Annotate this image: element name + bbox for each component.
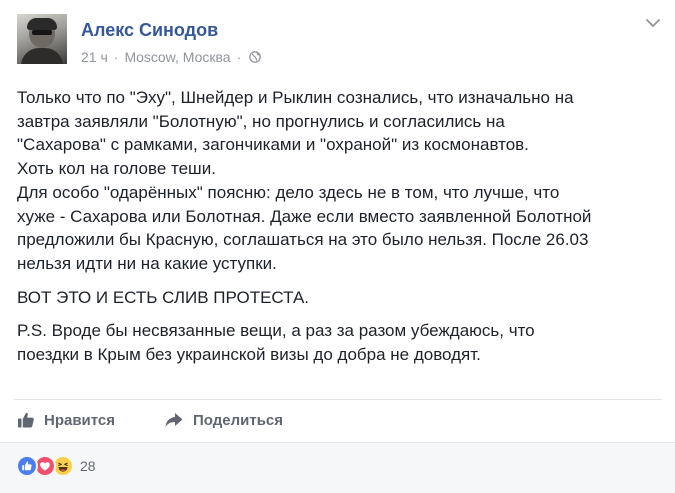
post-text-line: хуже - Сахарова или Болотная. Даже если …: [17, 206, 592, 226]
actions-divider: [14, 399, 662, 400]
like-button-label: Нравится: [44, 411, 116, 429]
post-meta: 21 ч · Moscow, Москва ·: [81, 49, 262, 65]
globe-icon[interactable]: [249, 51, 262, 63]
post-text-line: Только что по "Эху", Шнейдер и Рыклин со…: [17, 88, 574, 107]
post-paragraph: P.S. Вроде бы несвязанные вещи, а раз за…: [17, 319, 667, 366]
like-button[interactable]: Нравится: [17, 408, 115, 432]
post-text-line: нельзя идти ни на какие уступки.: [17, 253, 277, 273]
facebook-post: Алекс Синодов 21 ч · Moscow, Москва · То…: [0, 0, 675, 493]
post-text-line: предложили бы Красную, соглашаться на эт…: [17, 230, 589, 250]
post-paragraph: ВОТ ЭТО И ЕСТЬ СЛИВ ПРОТЕСТА.: [17, 286, 667, 310]
thumbs-up-icon: [18, 412, 34, 428]
post-text-line: завтра заявляли "Болотную", но прогнулис…: [17, 111, 505, 131]
avatar-figure-cap: [27, 18, 57, 30]
avatar-figure-sunglasses: [32, 30, 52, 35]
reactions-footer: [0, 442, 675, 493]
share-button-label: Поделиться: [193, 411, 284, 429]
post-text-line: "Сахарова" с рамками, загончиками и "охр…: [17, 135, 529, 155]
post-text-line: поездки в Крым без украинской визы до до…: [17, 345, 481, 365]
like-reaction-icon: [16, 455, 38, 477]
post-paragraph: Только что по "Эху", Шнейдер и Рыклин со…: [17, 86, 667, 276]
avatar-figure-body: [21, 48, 63, 64]
chevron-down-icon[interactable]: [644, 16, 662, 30]
share-arrow-icon: [165, 413, 183, 427]
post-timestamp[interactable]: 21 ч: [81, 49, 108, 65]
post-text-line: ВОТ ЭТО И ЕСТЬ СЛИВ ПРОТЕСТА.: [17, 287, 310, 307]
post-text-line: Хоть кол на голове теши.: [17, 159, 216, 179]
reaction-count: 28: [80, 458, 96, 474]
post-text-line: Для особо "одарённых" поясню: дело здесь…: [17, 182, 560, 202]
post-text-line: P.S. Вроде бы несвязанные вещи, а раз за…: [17, 321, 535, 341]
meta-separator: ·: [236, 49, 242, 65]
share-button[interactable]: Поделиться: [164, 408, 283, 432]
post-location[interactable]: Moscow, Москва: [124, 49, 230, 65]
post-text: Только что по "Эху", Шнейдер и Рыклин со…: [17, 86, 667, 377]
avatar[interactable]: [17, 14, 67, 64]
meta-separator: ·: [113, 49, 119, 65]
author-name[interactable]: Алекс Синодов: [81, 20, 218, 41]
reactions-summary[interactable]: 28: [16, 455, 96, 477]
